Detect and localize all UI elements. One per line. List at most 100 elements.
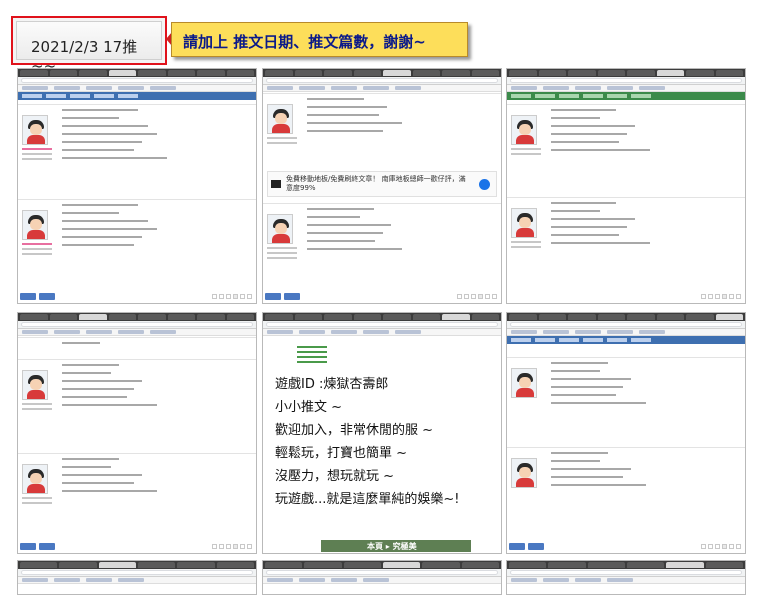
browser-tabbar (18, 313, 256, 321)
user-column (511, 368, 547, 398)
pagination[interactable] (457, 294, 497, 299)
user-column (22, 370, 58, 410)
user-column (267, 214, 303, 259)
post-content (62, 204, 252, 252)
reply-buttons (509, 543, 544, 550)
date-label: 2021/2/3 17推~~ (16, 21, 162, 75)
post-content (551, 109, 741, 157)
bookmarks-bar (507, 329, 745, 336)
new-post-button[interactable] (39, 543, 55, 550)
reply-buttons (20, 293, 55, 300)
browser-tabbar (18, 69, 256, 77)
avatar (267, 214, 293, 244)
forum-post (263, 203, 501, 293)
browser-urlbar[interactable] (263, 77, 501, 85)
post-content (62, 109, 252, 165)
post-line: 沒壓力，想玩就玩 ~ (275, 469, 395, 484)
post-line: 輕鬆玩，打寶也簡單 ~ (275, 446, 408, 461)
screenshot-forum-4 (17, 312, 257, 554)
bookmarks-bar (507, 85, 745, 92)
user-column (22, 210, 58, 255)
post-line: 小小推文 ~ (275, 400, 343, 415)
banner-label: 本頁 ▸ 究極美 (367, 542, 417, 551)
screenshot-forum-5 (506, 312, 746, 554)
browser-tabbar (263, 313, 501, 321)
pagination[interactable] (212, 294, 252, 299)
game-id-line: 遊戲ID :煉獄杏壽郎 (275, 377, 389, 392)
bookmarks-bar (263, 85, 501, 92)
post-content (307, 98, 497, 138)
forum-post (18, 104, 256, 198)
forum-post (507, 104, 745, 196)
pagination[interactable] (701, 544, 741, 549)
forum-post (507, 357, 745, 445)
browser-urlbar[interactable] (507, 321, 745, 329)
forum-post (507, 447, 745, 535)
post-content (62, 364, 252, 412)
date-label-box: 2021/2/3 17推~~ (11, 16, 167, 75)
request-note: 請加上 推文日期、推文篇數，謝謝~ (171, 22, 468, 57)
reply-button[interactable] (265, 293, 281, 300)
pagination[interactable] (701, 294, 741, 299)
avatar (267, 104, 293, 134)
user-column (22, 464, 58, 504)
forum-post (507, 197, 745, 289)
post-content (62, 458, 252, 498)
browser-urlbar[interactable] (263, 321, 501, 329)
forum-nav[interactable] (507, 92, 745, 100)
post-line: 玩遊戲...就是這麼單純的娛樂~! (275, 492, 460, 507)
avatar (511, 115, 537, 145)
browser-tabbar (507, 69, 745, 77)
post-content (551, 362, 741, 410)
avatar (511, 208, 537, 238)
reply-button[interactable] (20, 543, 36, 550)
reply-buttons (20, 543, 55, 550)
screenshot-forum-7 (262, 560, 502, 595)
new-post-button[interactable] (528, 543, 544, 550)
ad-banner[interactable]: 免費移動地板/免費刷終文章！ 南庫地板總師一歡仔評，滿意度99% (267, 171, 497, 197)
avatar (22, 210, 48, 240)
new-post-button[interactable] (284, 293, 300, 300)
avatar (22, 370, 48, 400)
browser-urlbar[interactable] (507, 77, 745, 85)
browser-urlbar[interactable] (18, 321, 256, 329)
post-content (62, 342, 252, 350)
post-content (307, 208, 497, 256)
bookmarks-bar (263, 329, 501, 336)
screenshot-forum-2: 免費移動地板/免費刷終文章！ 南庫地板總師一歡仔評，滿意度99% (262, 68, 502, 304)
screenshot-forum-8 (506, 560, 746, 595)
avatar (22, 464, 48, 494)
game-banner[interactable]: 本頁 ▸ 究極美 (321, 540, 471, 552)
post-content (551, 452, 741, 492)
screenshot-zoomed-post: 遊戲ID :煉獄杏壽郎 小小推文 ~ 歡迎加入，非常休閒的服 ~ 輕鬆玩，打寶也… (262, 312, 502, 554)
forum-post (18, 337, 256, 357)
screenshot-forum-1 (17, 68, 257, 304)
user-column (267, 104, 303, 144)
share-icon[interactable] (479, 179, 490, 190)
browser-tabbar (263, 69, 501, 77)
forum-nav[interactable] (18, 92, 256, 100)
pagination[interactable] (212, 544, 252, 549)
bookmarks-bar (18, 85, 256, 92)
forum-nav[interactable] (507, 336, 745, 344)
reply-button[interactable] (20, 293, 36, 300)
screenshot-collage: 2021/2/3 17推~~ 請加上 推文日期、推文篇數，謝謝~ 免費移動地板/… (0, 0, 769, 595)
forum-post (18, 359, 256, 451)
screenshot-forum-3 (506, 68, 746, 304)
user-column (511, 115, 547, 155)
reply-buttons (265, 293, 300, 300)
post-line: 歡迎加入，非常休閒的服 ~ (275, 423, 434, 438)
advertiser-logo (271, 180, 281, 188)
forum-post (18, 199, 256, 289)
forum-post (263, 93, 501, 163)
reply-button[interactable] (509, 543, 525, 550)
browser-urlbar[interactable] (18, 77, 256, 85)
user-column (22, 115, 58, 160)
avatar (22, 115, 48, 145)
post-content (551, 202, 741, 250)
new-post-button[interactable] (39, 293, 55, 300)
post-body: 遊戲ID :煉獄杏壽郎 小小推文 ~ 歡迎加入，非常休閒的服 ~ 輕鬆玩，打寶也… (275, 373, 460, 511)
screenshot-forum-6 (17, 560, 257, 595)
avatar (511, 458, 537, 488)
user-column (511, 458, 547, 488)
